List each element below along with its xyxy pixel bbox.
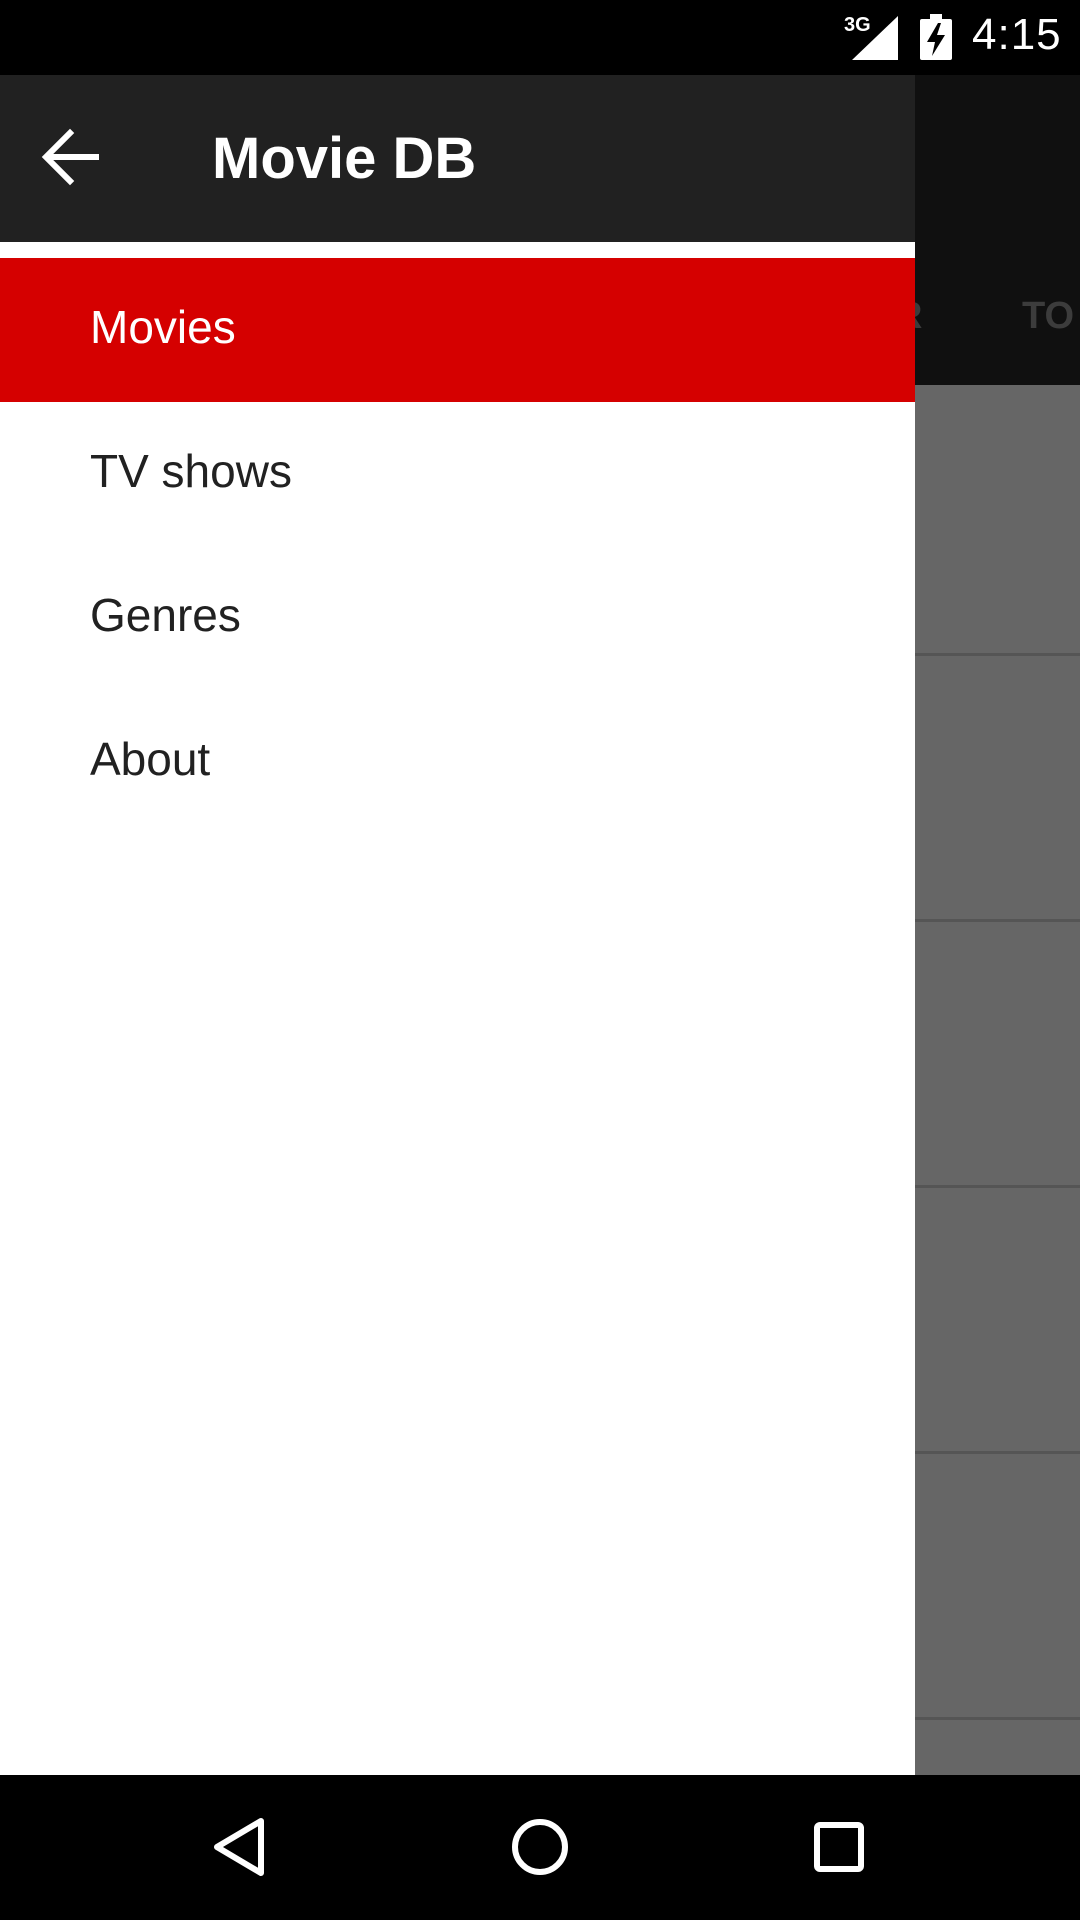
back-button[interactable] bbox=[30, 115, 114, 199]
drawer-header: Movie DB bbox=[0, 75, 915, 242]
screen: 3G 4:15 R TO Mov bbox=[0, 0, 1080, 1920]
arrow-back-icon bbox=[41, 128, 99, 186]
nav-back-button[interactable] bbox=[199, 1805, 283, 1889]
clock: 4:15 bbox=[972, 10, 1062, 59]
signal-icon bbox=[852, 16, 898, 60]
status-bar: 3G 4:15 bbox=[0, 0, 1080, 75]
menu-item-movies[interactable]: Movies bbox=[0, 258, 915, 402]
menu-item-about[interactable]: About bbox=[0, 690, 915, 834]
menu-item-label: Genres bbox=[90, 589, 241, 641]
menu-item-label: TV shows bbox=[90, 445, 292, 497]
navigation-drawer: Movie DB Movies TV shows Genres About bbox=[0, 75, 915, 1775]
menu-item-genres[interactable]: Genres bbox=[0, 546, 915, 690]
recents-square-icon bbox=[814, 1822, 864, 1872]
home-circle-icon bbox=[512, 1819, 568, 1875]
drawer-menu: Movies TV shows Genres About bbox=[0, 258, 915, 834]
system-navigation-bar bbox=[0, 1775, 1080, 1920]
nav-home-button[interactable] bbox=[498, 1805, 582, 1889]
background-tab: TO bbox=[1022, 295, 1075, 337]
battery-charging-icon bbox=[920, 14, 952, 60]
menu-item-label: About bbox=[90, 733, 211, 785]
menu-item-tv-shows[interactable]: TV shows bbox=[0, 402, 915, 546]
menu-item-label: Movies bbox=[90, 301, 236, 353]
nav-recents-button[interactable] bbox=[797, 1805, 881, 1889]
back-triangle-icon bbox=[214, 1818, 264, 1876]
drawer-title: Movie DB bbox=[212, 126, 477, 191]
